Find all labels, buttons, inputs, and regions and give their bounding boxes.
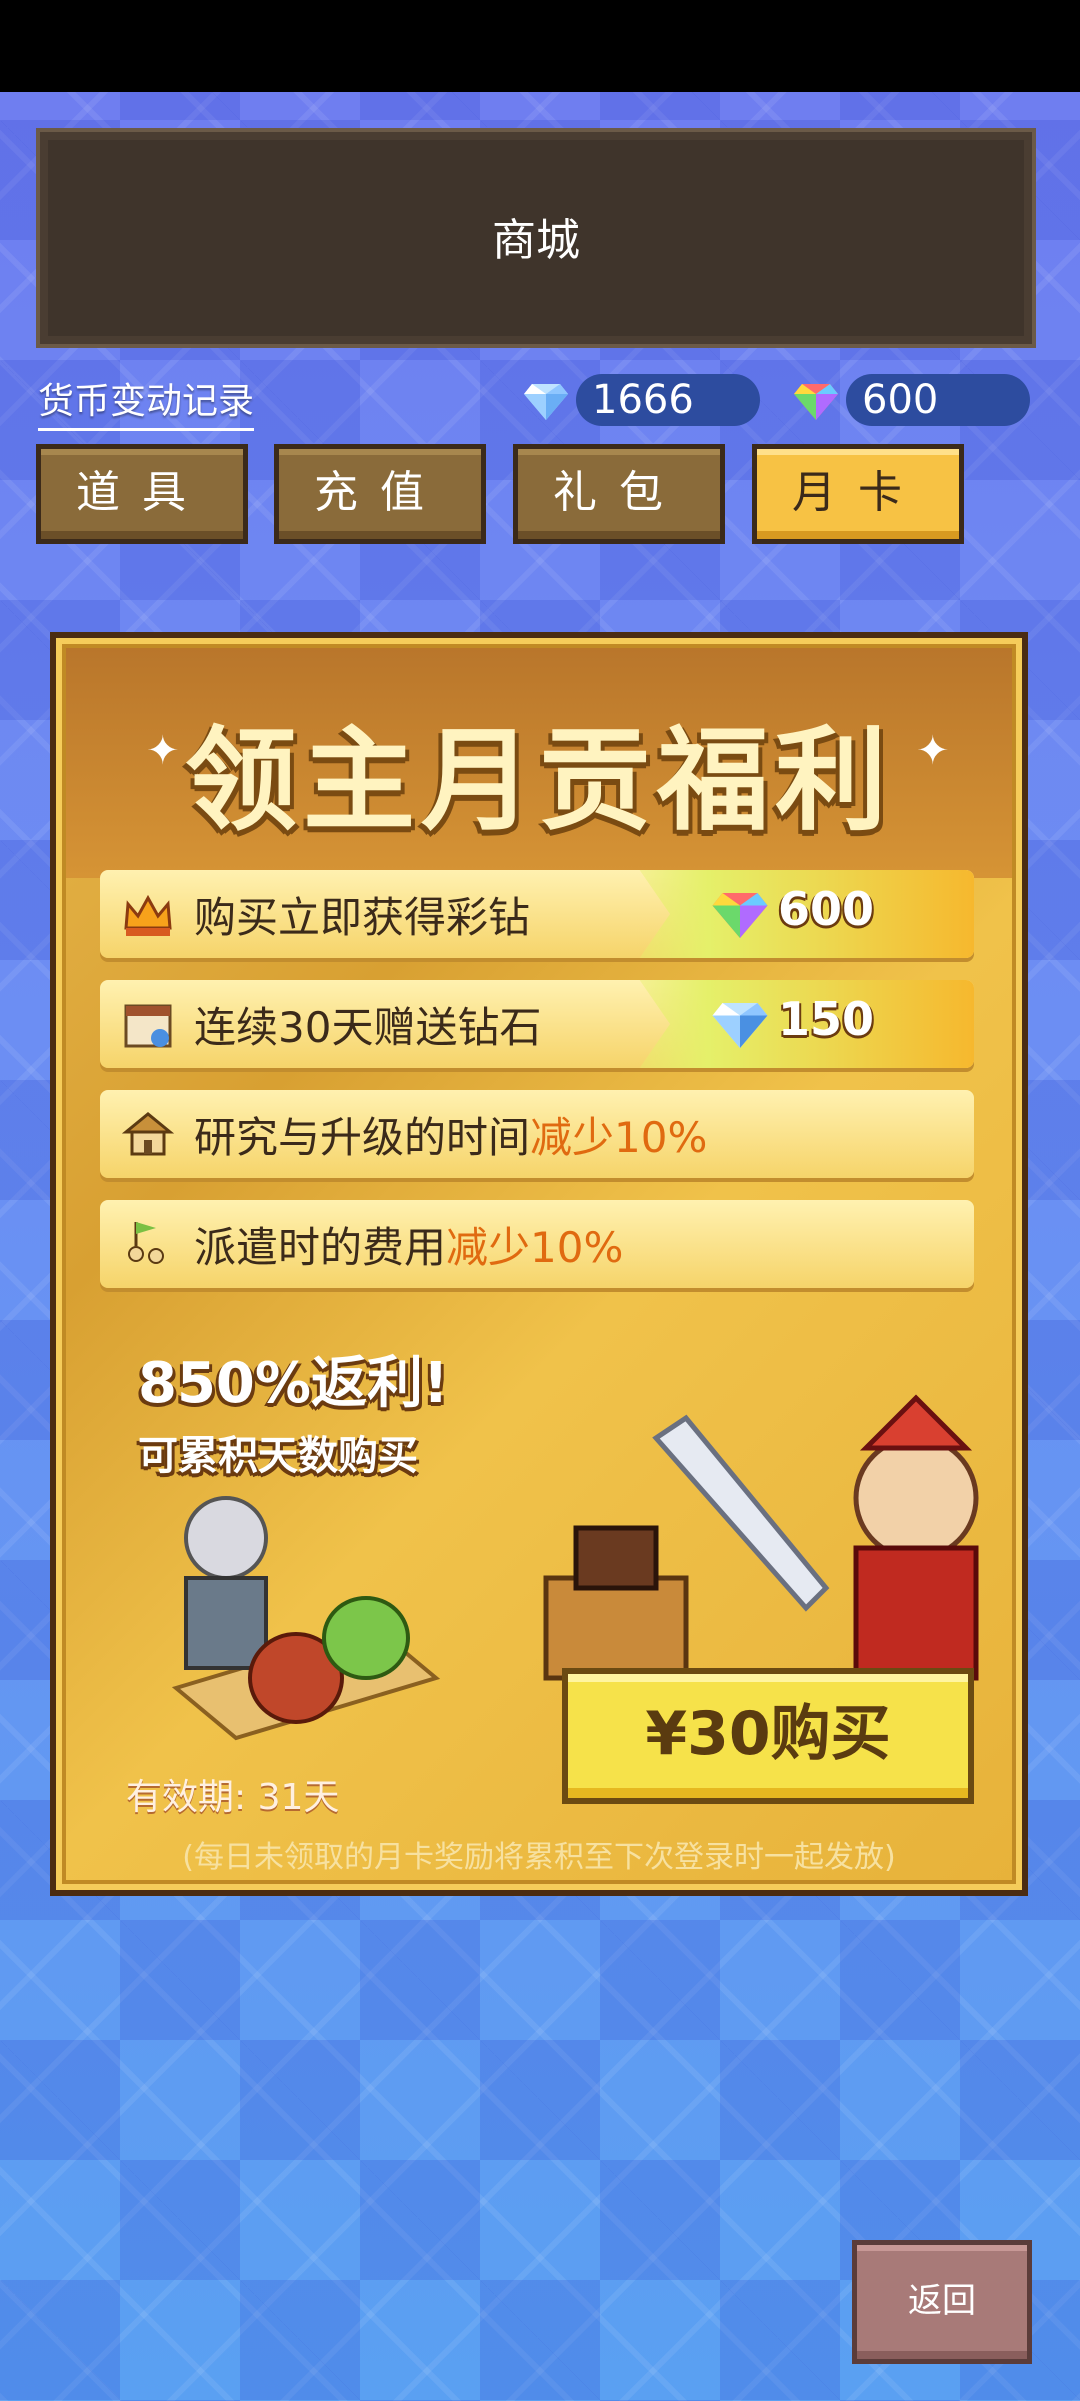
dispatch-flag-icon bbox=[128, 1222, 164, 1264]
tab-items[interactable]: 道具 bbox=[36, 444, 248, 544]
page-title: 商城 bbox=[492, 215, 580, 266]
crown-icon bbox=[124, 894, 172, 936]
tab-recharge[interactable]: 充值 bbox=[274, 444, 486, 544]
benefit-text: 购买立即获得彩钻 bbox=[194, 893, 531, 942]
benefit-row: 购买立即获得彩钻 600 bbox=[100, 870, 974, 958]
benefit-text: 派遣时的费用减少10% bbox=[194, 1223, 624, 1272]
house-upgrade-icon bbox=[122, 1112, 174, 1156]
reward-note: (每日未领取的月卡奖励将累积至下次登录时一起发放) bbox=[182, 1840, 896, 1875]
card-title: 领主月贡福利 bbox=[185, 716, 893, 846]
benefit-amount: 600 bbox=[777, 882, 874, 936]
diamond-balance: 1666 bbox=[576, 374, 760, 426]
benefit-text: 研究与升级的时间减少10% bbox=[194, 1113, 708, 1162]
benefit-amount: 150 bbox=[777, 992, 874, 1046]
rainbow-gem-icon bbox=[712, 893, 768, 938]
diamond-icon bbox=[524, 384, 568, 420]
knight-with-chest-illustration bbox=[543, 1394, 979, 1681]
sparkle-icon: ✦ bbox=[916, 728, 950, 774]
shop-header: 商城 bbox=[36, 128, 1036, 348]
rebate-badge: 850%返利! 可累积天数购买 bbox=[138, 1338, 449, 1481]
monthly-card-panel: 领主月贡福利 ✦ ✦ 购买立即获得彩钻 600 连续30天赠送钻石 150 研究… bbox=[50, 632, 1028, 1896]
tab-gift-packs[interactable]: 礼包 bbox=[513, 444, 725, 544]
benefit-row: 连续30天赠送钻石 150 bbox=[100, 980, 974, 1068]
status-bar bbox=[0, 0, 1080, 92]
buy-monthly-card-button[interactable]: ¥30购买 bbox=[562, 1668, 974, 1804]
calendar-icon bbox=[124, 1004, 172, 1048]
benefit-row: 研究与升级的时间减少10% bbox=[100, 1090, 974, 1178]
validity-period: 有效期: 31天 bbox=[126, 1777, 340, 1818]
benefit-highlight: 减少10% bbox=[446, 1223, 624, 1272]
rainbow-gem-icon bbox=[794, 384, 838, 420]
tab-monthly-card[interactable]: 月卡 bbox=[752, 444, 964, 544]
diamond-icon bbox=[712, 1003, 768, 1048]
benefit-text: 连续30天赠送钻石 bbox=[194, 1003, 542, 1052]
traveler-with-bags-illustration bbox=[171, 1496, 441, 1741]
benefit-highlight: 减少10% bbox=[530, 1113, 708, 1162]
sparkle-icon: ✦ bbox=[146, 728, 180, 774]
rainbow-diamond-balance: 600 bbox=[846, 374, 1030, 426]
rebate-subtext: 可累积天数购买 bbox=[138, 1433, 418, 1479]
currency-history-link[interactable]: 货币变动记录 bbox=[38, 372, 255, 431]
back-button[interactable]: 返回 bbox=[852, 2240, 1032, 2364]
benefit-row: 派遣时的费用减少10% bbox=[100, 1200, 974, 1288]
rebate-percent: 850%返利! bbox=[138, 1351, 449, 1416]
